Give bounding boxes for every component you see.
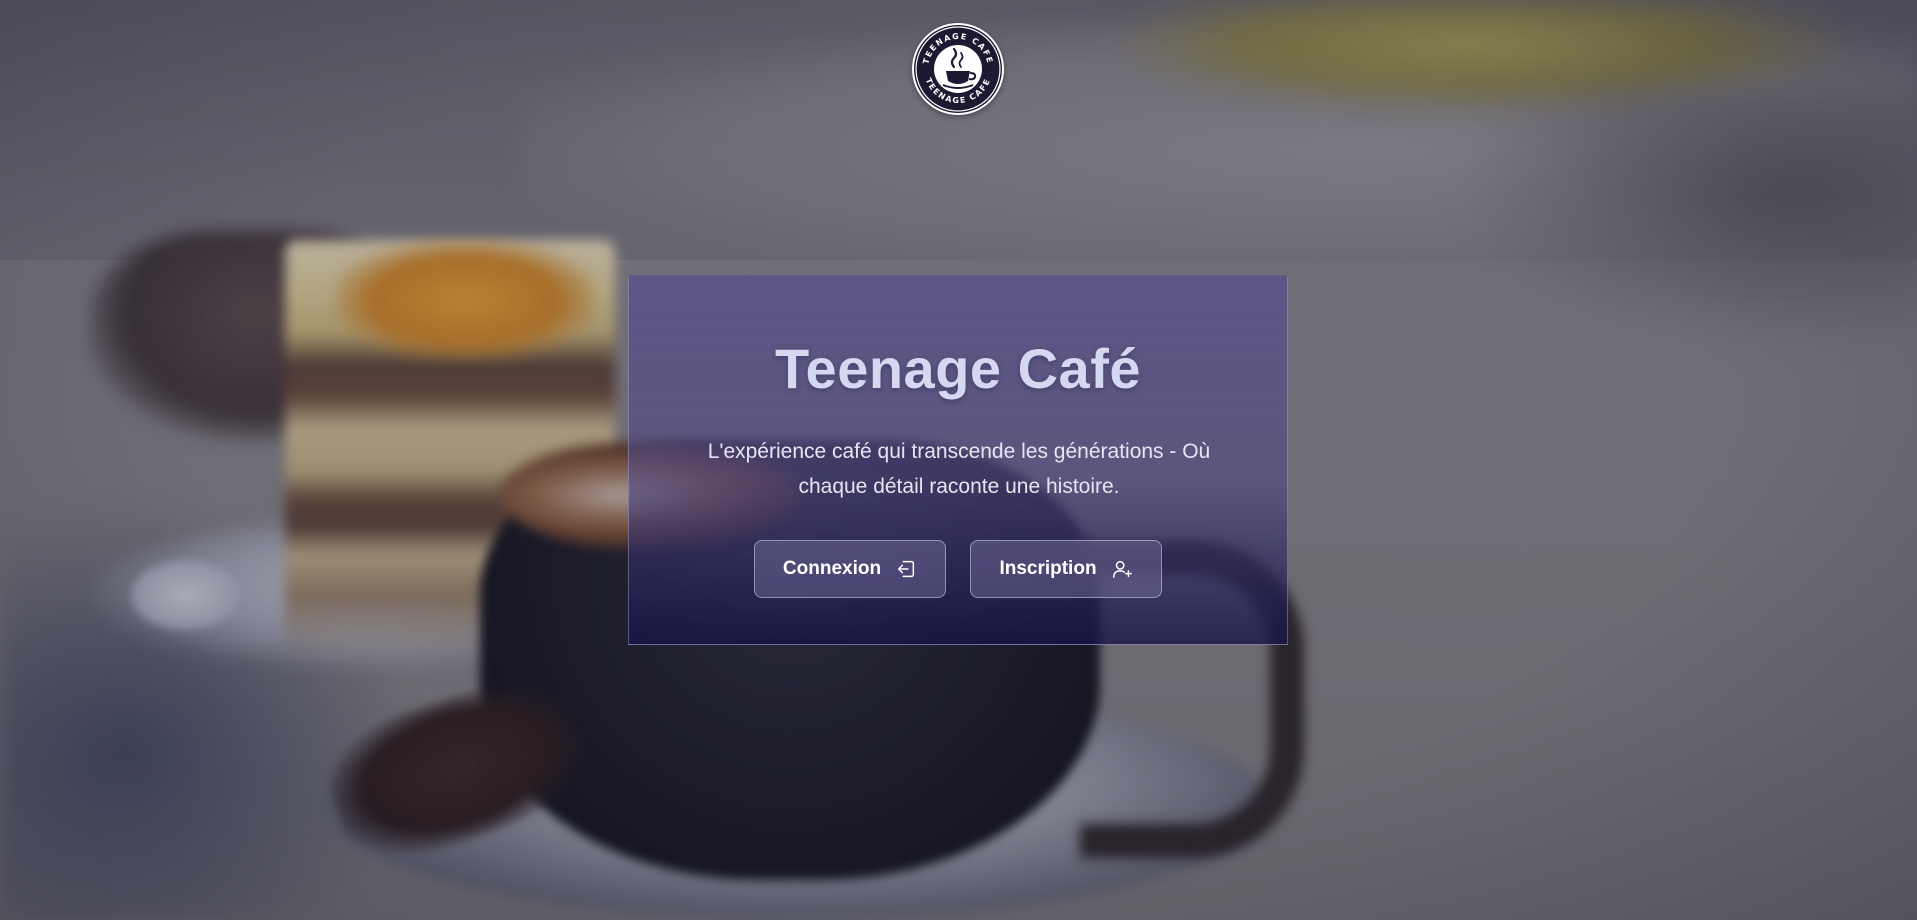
hero-card: Teenage Café L'expérience café qui trans… bbox=[628, 275, 1288, 645]
signup-button[interactable]: Inscription bbox=[970, 540, 1162, 598]
login-icon bbox=[895, 558, 917, 580]
brand-logo[interactable]: TEENAGE CAFE TEENAGE CAFE bbox=[912, 23, 1004, 115]
logo-emblem-icon: TEENAGE CAFE TEENAGE CAFE bbox=[914, 25, 1002, 113]
page-title: Teenage Café bbox=[775, 337, 1141, 400]
login-button[interactable]: Connexion bbox=[754, 540, 946, 598]
user-plus-icon bbox=[1111, 558, 1133, 580]
signup-button-label: Inscription bbox=[999, 558, 1097, 579]
landing-page: TEENAGE CAFE TEENAGE CAFE Teenage Café L… bbox=[0, 0, 1917, 920]
hero-actions: Connexion Inscription bbox=[629, 540, 1287, 598]
hero-subtitle: L'expérience café qui transcende les gén… bbox=[707, 440, 1211, 498]
login-button-label: Connexion bbox=[782, 558, 882, 579]
